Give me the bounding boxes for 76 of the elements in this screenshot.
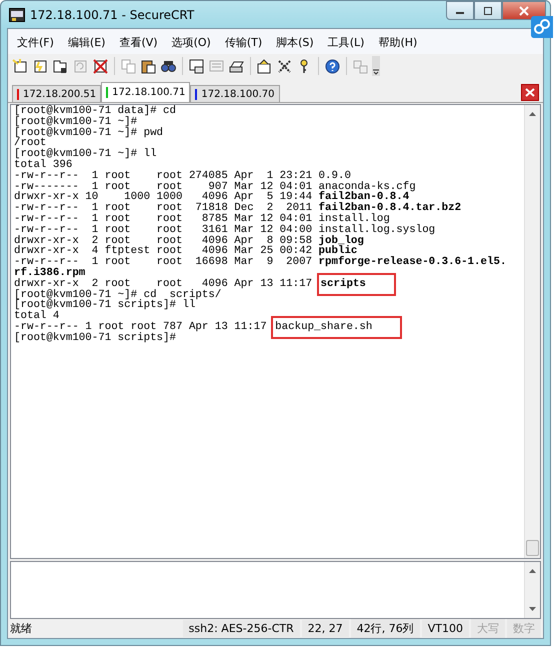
session-tab[interactable]: 172.18.100.71	[101, 82, 190, 102]
help-icon[interactable]	[324, 58, 341, 74]
filename: rpmforge-release-0.3.6-1.el5.	[318, 257, 506, 268]
scroll-up-icon[interactable]	[528, 568, 537, 574]
session-tab[interactable]: 172.18.200.51	[12, 85, 102, 102]
highlighted-filename: backup_share.sh	[273, 318, 400, 337]
status-pane: VT100	[422, 620, 469, 637]
terminal-line: -rw-r--r-- 1 root root 71818 Dec 2 2011	[14, 203, 314, 214]
close-tab-icon[interactable]	[521, 84, 539, 100]
maximize-icon	[483, 6, 493, 14]
filename: fail2ban-0.8.4.tar.bz2	[318, 203, 462, 214]
menu-item[interactable]: 帮助(H)	[371, 33, 424, 52]
filename: anaconda-ks.cfg	[318, 182, 416, 192]
filename: fail2ban-0.8.4	[318, 192, 410, 204]
terminal-line: [root@kvm100-71 ~]# ll	[14, 149, 157, 160]
options-icon[interactable]	[256, 58, 273, 74]
status-text: 就绪	[10, 621, 33, 636]
scroll-thumb[interactable]	[526, 540, 539, 556]
quick-connect-icon[interactable]	[32, 58, 49, 74]
command-window[interactable]	[10, 561, 541, 619]
menu-item[interactable]: 脚本(S)	[269, 33, 321, 52]
scrollbar[interactable]	[524, 562, 540, 618]
menu-item[interactable]: 文件(F)	[10, 33, 61, 52]
terminal-line: total 396	[14, 160, 72, 171]
filename: public	[318, 246, 358, 258]
terminal-line: [root@kvm100-71 scripts]# ll	[14, 300, 196, 312]
filename: job_log	[318, 236, 364, 246]
terminal-line: [root@kvm100-71 scripts]#	[14, 332, 176, 344]
filename: install.log.syslog	[318, 224, 436, 236]
terminal-line: [root@kvm100-71 ~]#	[14, 116, 138, 128]
tab-icon[interactable]	[52, 58, 69, 74]
maximize-button[interactable]	[474, 1, 502, 20]
terminal-line: [root@kvm100-71 ~]# cd scripts/	[14, 290, 222, 300]
terminal-line: -rw-r--r-- 1 root root 16698 Mar 9 2007	[14, 257, 314, 268]
filename: rf.i386.rpm	[14, 268, 86, 279]
close-icon	[518, 6, 530, 16]
terminal-line: drwxr-xr-x 2 root root 4096 Apr 13 11:17	[14, 278, 314, 290]
status-pane: 大写	[471, 619, 505, 638]
terminal-line: [root@kvm100-71 ~]# pwd	[14, 128, 164, 138]
filename: 0.9.0	[318, 170, 351, 182]
terminal-line: [root@kvm100-71 data]# cd	[14, 106, 176, 117]
menu-item[interactable]: 查看(V)	[112, 33, 165, 52]
disconnect-icon[interactable]	[92, 58, 109, 74]
terminal-line: -rw-r--r-- 1 root root 8785 Mar 12 04:01	[14, 214, 314, 225]
window-title: 172.18.100.71 - SecureCRT	[30, 8, 196, 22]
terminal-line: -rw------- 1 root root 907 Mar 12 04:01	[14, 182, 314, 192]
keymap-icon[interactable]	[276, 58, 293, 74]
terminal-line: drwxr-xr-x 4 ftptest root 4096 Mar 25 00:42	[14, 246, 314, 258]
menu-item[interactable]: 工具(L)	[320, 33, 372, 52]
terminal-line: -rw-r--r-- 1 root root 3161 Mar 12 04:00	[14, 224, 314, 236]
minimize-button[interactable]	[446, 1, 474, 20]
terminal-line: drwxr-xr-x 2 root root 4096 Apr 8 09:58	[14, 236, 314, 246]
terminal-app-icon	[9, 8, 25, 22]
connect-icon[interactable]	[12, 58, 29, 74]
terminal-line: -rw-r--r-- 1 root root 274085 Apr 1 23:21	[14, 170, 314, 182]
terminal-line: total 4	[14, 311, 60, 322]
status-pane: 22, 27	[302, 620, 349, 637]
status-pane: 数字	[507, 619, 541, 638]
terminal-line: -rw-r--r-- 1 root root 787 Apr 13 11:17	[14, 322, 268, 333]
scrollbar[interactable]	[524, 105, 540, 558]
menu-item[interactable]: 编辑(E)	[60, 33, 112, 52]
highlighted-filename: scripts	[318, 274, 394, 294]
scroll-up-icon[interactable]	[528, 111, 537, 117]
terminal-line: drwxr-xr-x 10 1000 1000 4096 Apr 5 19:44	[14, 192, 314, 204]
paste-icon[interactable]	[140, 58, 157, 74]
status-pane: ssh2: AES-256-CTR	[182, 620, 300, 637]
filename: install.log	[318, 214, 390, 225]
terminal-line: /root	[14, 138, 46, 150]
link-icon[interactable]	[531, 16, 553, 38]
status-pane: 42行, 76列	[350, 619, 420, 638]
monitor-icon[interactable]	[188, 58, 205, 74]
scroll-down-icon[interactable]	[528, 606, 537, 612]
menu-item[interactable]: 选项(O)	[164, 33, 218, 52]
close-button[interactable]	[502, 1, 546, 20]
session-tab[interactable]: 172.18.100.70	[190, 85, 280, 102]
menu-item[interactable]: 传输(T)	[218, 33, 270, 52]
